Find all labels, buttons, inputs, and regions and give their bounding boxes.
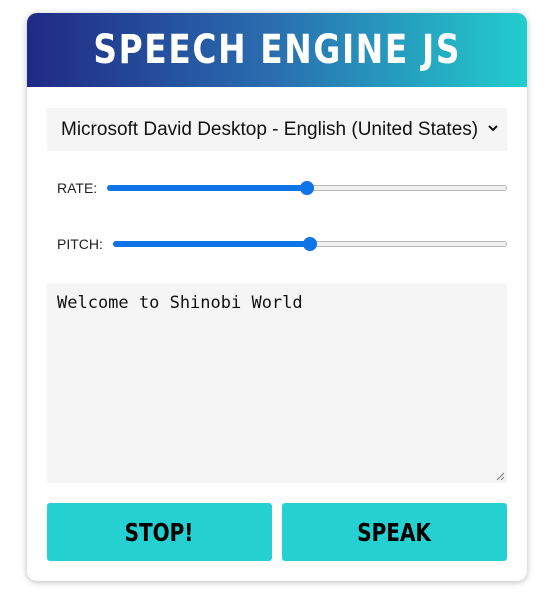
speak-button-label: SPEAK	[357, 517, 432, 547]
stop-button[interactable]: STOP!	[47, 503, 272, 561]
speech-engine-card: SPEECH ENGINE JS Microsoft David Desktop…	[27, 13, 527, 581]
rate-slider[interactable]	[107, 177, 507, 199]
rate-row: RATE:	[57, 177, 507, 199]
app-title: SPEECH ENGINE JS	[93, 27, 461, 73]
rate-label: RATE:	[57, 180, 98, 196]
pitch-slider-fill	[112, 241, 310, 247]
resize-grip-icon[interactable]	[495, 471, 505, 481]
pitch-label: PITCH:	[57, 236, 103, 252]
pitch-row: PITCH:	[57, 233, 507, 255]
header: SPEECH ENGINE JS	[27, 13, 527, 87]
voice-select-value: Microsoft David Desktop - English (Unite…	[61, 118, 479, 140]
message-text: Welcome to Shinobi World	[57, 293, 303, 313]
rate-slider-fill	[107, 185, 308, 191]
pitch-slider-thumb[interactable]	[302, 237, 317, 251]
stop-button-label: STOP!	[125, 517, 194, 547]
rate-slider-thumb[interactable]	[300, 181, 315, 195]
pitch-slider[interactable]	[112, 233, 507, 255]
voice-select[interactable]: Microsoft David Desktop - English (Unite…	[47, 108, 507, 151]
message-textarea[interactable]: Welcome to Shinobi World	[47, 283, 507, 483]
chevron-down-icon	[488, 125, 498, 132]
speak-button[interactable]: SPEAK	[282, 503, 507, 561]
